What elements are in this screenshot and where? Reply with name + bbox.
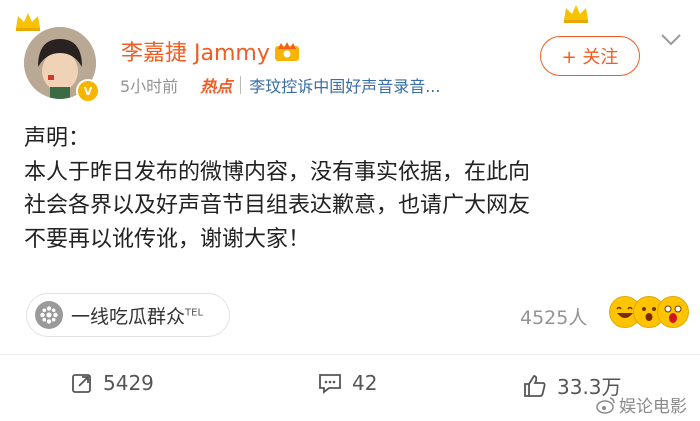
crown-icon: [16, 13, 40, 31]
follow-button[interactable]: + 关注: [540, 36, 640, 76]
watermark-text: 娱论电影: [619, 397, 687, 417]
vip-badge-icon: [274, 42, 299, 61]
chevron-down-icon[interactable]: [660, 32, 682, 48]
meta-divider: [240, 76, 242, 94]
shocked-emoji-icon: [657, 296, 689, 328]
source-icon: [35, 301, 63, 329]
watermark: 娱论电影: [596, 392, 687, 417]
verified-badge: V: [76, 79, 100, 103]
post-line: 社会各界以及好声音节目组表达歉意，也请广大网友: [24, 193, 531, 218]
source-pill[interactable]: 一线吃瓜群众TEL: [26, 293, 230, 337]
reaction-count[interactable]: 4525人: [520, 303, 587, 330]
source-suffix: TEL: [185, 307, 204, 319]
topic-link[interactable]: 李玟控诉中国好声音录音...: [249, 73, 440, 97]
post-meta: 5小时前 热点 李玟控诉中国好声音录音...: [120, 73, 440, 97]
post-time: 5小时前: [120, 77, 179, 96]
comment-button[interactable]: 42: [317, 371, 377, 395]
weibo-logo-icon: [596, 396, 615, 414]
post-content: 声明： 本人于昨日发布的微博内容，没有事实依据，在此向 社会各界以及好声音节目组…: [24, 122, 674, 256]
comment-count: 42: [352, 371, 378, 395]
post-line: 本人于昨日发布的微博内容，没有事实依据，在此向: [24, 159, 531, 185]
post-line: 不要再以讹传讹，谢谢大家！: [24, 226, 311, 252]
username[interactable]: 李嘉捷 Jammy: [121, 35, 300, 67]
repost-button[interactable]: 5429: [70, 371, 154, 395]
divider: [0, 354, 700, 355]
thumbs-up-icon: [524, 374, 546, 397]
hot-label[interactable]: 热点: [200, 73, 232, 97]
repost-count: 5429: [103, 371, 154, 395]
crown-icon: [564, 5, 588, 23]
username-text: 李嘉捷 Jammy: [121, 41, 270, 66]
source-name: 一线吃瓜群众TEL: [71, 305, 204, 328]
repost-icon: [72, 374, 91, 393]
post-line: 声明：: [24, 126, 91, 151]
reaction-emojis[interactable]: [609, 296, 689, 328]
comment-icon: [319, 374, 341, 394]
